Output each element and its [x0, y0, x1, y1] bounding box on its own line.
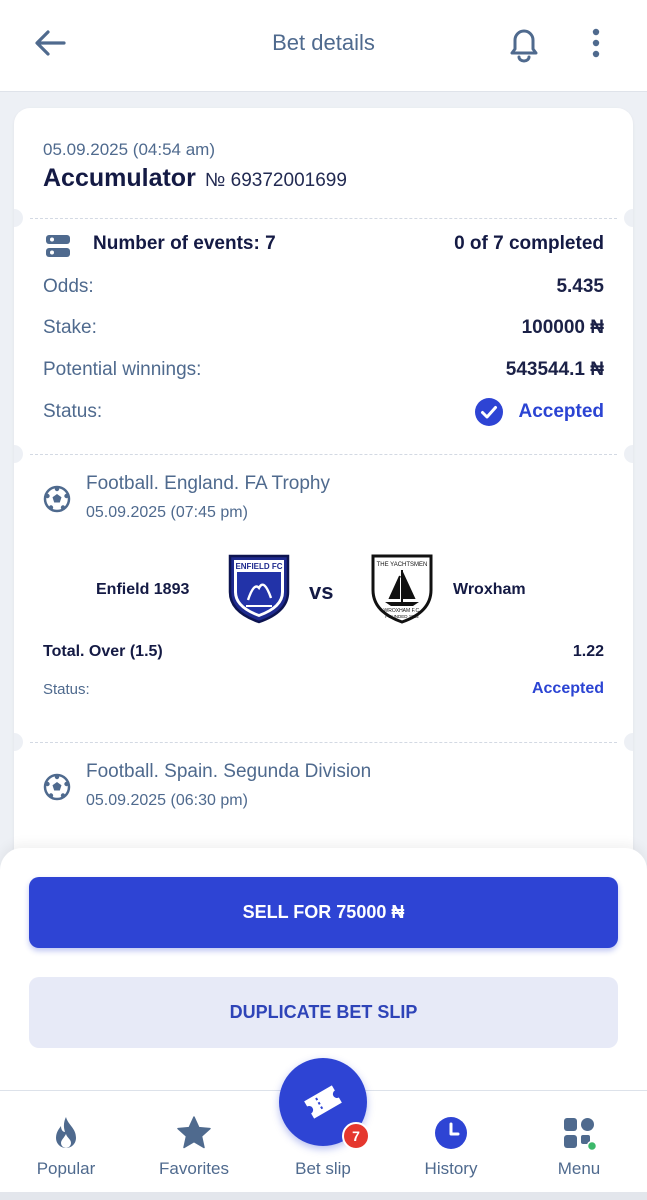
event-datetime: 05.09.2025 (06:30 pm)	[86, 792, 248, 809]
odds-label: Odds:	[43, 276, 94, 297]
market-odds: 1.22	[572, 643, 604, 660]
bet-slip-count-badge: 7	[342, 1122, 370, 1150]
event-status-value: Accepted	[531, 680, 604, 697]
status-accepted: Accepted	[474, 396, 604, 428]
duplicate-bet-slip-button[interactable]: DUPLICATE BET SLIP	[29, 977, 618, 1048]
ticket-notch	[624, 445, 633, 463]
event-status-label: Status:	[43, 681, 90, 698]
events-list-icon	[46, 235, 70, 257]
stake-value: 100000 ₦	[521, 317, 604, 338]
away-team: Wroxham	[453, 581, 526, 598]
status-value: Accepted	[518, 401, 604, 422]
divider	[30, 454, 617, 455]
ticket-icon	[304, 1085, 342, 1119]
nav-menu-label: Menu	[557, 1159, 601, 1178]
grid-icon	[564, 1118, 597, 1151]
stake-label: Stake:	[43, 317, 97, 338]
events-progress: 0 of 7 completed	[454, 233, 604, 254]
ticket-notch	[14, 209, 23, 227]
football-icon	[43, 773, 71, 801]
away-crest-top: THE YACHTSMEN	[377, 562, 428, 568]
nav-betslip-label: Bet slip	[295, 1159, 351, 1178]
nav-popular[interactable]: Popular	[1, 1091, 131, 1191]
sell-button[interactable]: SELL FOR 75000 ₦	[29, 877, 618, 948]
nav-history[interactable]: History	[386, 1091, 516, 1191]
ticket-notch	[624, 733, 633, 751]
stake-row: Stake: 100000 ₦	[43, 317, 604, 343]
ticket-notch	[14, 445, 23, 463]
star-icon	[177, 1116, 211, 1149]
event-league: Football. England. FA Trophy	[86, 473, 330, 494]
market-name: Total. Over (1.5)	[43, 643, 163, 660]
football-icon	[43, 485, 71, 513]
nav-menu[interactable]: Menu	[514, 1091, 644, 1191]
divider	[30, 742, 617, 743]
more-options-icon[interactable]	[584, 26, 608, 60]
home-team-crest: ENFIELD FC	[228, 554, 290, 624]
status-label: Status:	[43, 401, 103, 422]
ticket-notch	[14, 733, 23, 751]
odds-row: Odds: 5.435	[43, 276, 604, 302]
winnings-row: Potential winnings: 543544.1 ₦	[43, 359, 604, 385]
bet-datetime: 05.09.2025 (04:54 am)	[43, 140, 216, 159]
nav-favorites[interactable]: Favorites	[129, 1091, 259, 1191]
event-league: Football. Spain. Segunda Division	[86, 761, 372, 782]
away-crest-bottom: FOUNDED 1892	[385, 614, 419, 619]
nav-popular-label: Popular	[36, 1159, 96, 1178]
check-circle-icon	[475, 398, 504, 426]
bet-number: № 69372001699	[205, 170, 347, 191]
bet-type: Accumulator	[43, 164, 196, 192]
app-header: Bet details	[0, 0, 647, 92]
action-sheet: SELL FOR 75000 ₦ DUPLICATE BET SLIP	[0, 848, 647, 1090]
home-crest-text: ENFIELD FC	[235, 562, 282, 571]
flame-icon	[56, 1117, 76, 1148]
vs-label: vs	[309, 579, 334, 604]
event-datetime: 05.09.2025 (07:45 pm)	[86, 504, 248, 521]
ticket-notch	[624, 209, 633, 227]
bet-card: 05.09.2025 (04:54 am) Accumulator № 6937…	[14, 108, 633, 908]
away-team-crest: THE YACHTSMEN WROXHAM F.C. FOUNDED 1892	[371, 554, 433, 624]
system-home-bar	[0, 1192, 647, 1200]
divider	[30, 218, 617, 219]
clock-icon	[435, 1117, 467, 1149]
winnings-value: 543544.1 ₦	[505, 359, 604, 380]
nav-history-label: History	[424, 1159, 478, 1178]
nav-favorites-label: Favorites	[159, 1159, 229, 1178]
events-count: Number of events: 7	[93, 233, 276, 254]
home-team: Enfield 1893	[96, 581, 190, 598]
odds-value: 5.435	[556, 276, 604, 297]
winnings-label: Potential winnings:	[43, 359, 202, 380]
page-title: Bet details	[272, 30, 375, 55]
bell-icon[interactable]	[504, 22, 544, 64]
